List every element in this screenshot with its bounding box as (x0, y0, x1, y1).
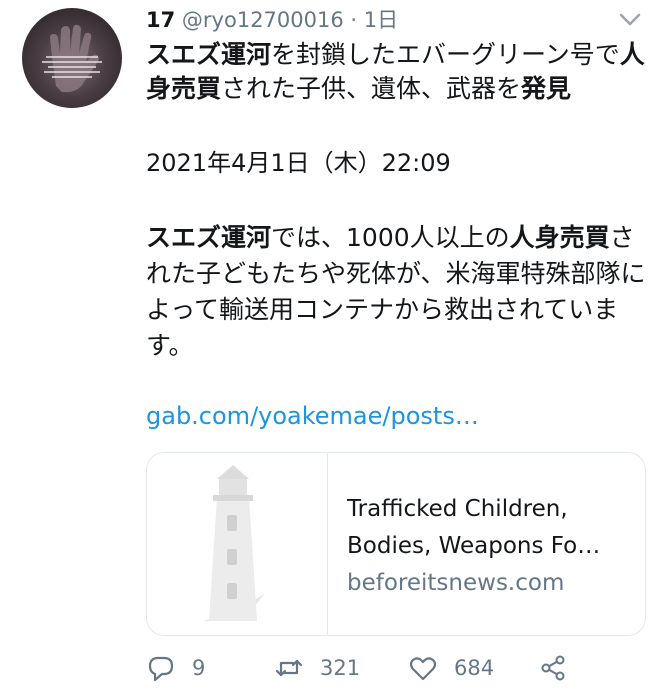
reply-count: 9 (192, 656, 206, 680)
retweet-count: 321 (320, 656, 361, 680)
card-title-line-2: Bodies, Weapons Fo… (347, 533, 601, 559)
lighthouse-icon (203, 465, 265, 621)
card-text: Trafficked Children, Bodies, Weapons Fo…… (347, 491, 632, 602)
card-thumbnail (147, 453, 328, 635)
tweet-link[interactable]: gab.com/yoakemae/posts… (146, 398, 479, 434)
avatar[interactable] (22, 8, 122, 108)
tweet-title: スエズ運河を封鎖したエバーグリーン号で人身売買された子供、遺体、武器を発見 (146, 38, 646, 106)
retweet-button[interactable]: 321 (274, 650, 360, 686)
like-count: 684 (454, 656, 495, 680)
body-part-3: 人身売買 (509, 223, 610, 252)
author-name[interactable]: 17 (146, 8, 175, 32)
separator-dot: · (350, 8, 358, 32)
chevron-down-icon[interactable] (616, 8, 644, 30)
card-title-line-1: Trafficked Children, (347, 496, 568, 522)
reply-button[interactable]: 9 (146, 650, 205, 686)
body-part-1: スエズ運河 (146, 223, 272, 252)
avatar-hand-image (42, 24, 102, 92)
date-line: 2021年4月1日（木）22:09 (146, 149, 451, 177)
like-button[interactable]: 684 (408, 650, 494, 686)
title-part-4: された子供、遺体、武器を (221, 74, 522, 103)
share-button[interactable] (538, 650, 568, 686)
title-part-1: スエズ運河 (146, 40, 272, 69)
tweet-actions: 9 321 684 (146, 650, 646, 686)
retweet-icon (275, 659, 303, 677)
tweet-header: 17 @ryo12700016 · 1日 (146, 4, 398, 36)
heart-icon (409, 657, 437, 681)
tweet-age[interactable]: 1日 (364, 8, 398, 32)
title-part-2: を封鎖したエバーグリーン号で (271, 40, 620, 69)
reply-icon (148, 656, 174, 682)
tweet-body: スエズ運河では、1000人以上の人身売買された子どもたちや死体が、米海軍特殊部隊… (146, 220, 646, 364)
body-part-2: では、1000人以上の (271, 223, 510, 252)
card-domain: beforeitsnews.com (347, 570, 565, 596)
share-icon (541, 655, 565, 681)
author-handle[interactable]: @ryo12700016 (182, 8, 344, 32)
link-card[interactable]: Trafficked Children, Bodies, Weapons Fo…… (146, 452, 646, 636)
title-part-5: 発見 (521, 74, 572, 103)
